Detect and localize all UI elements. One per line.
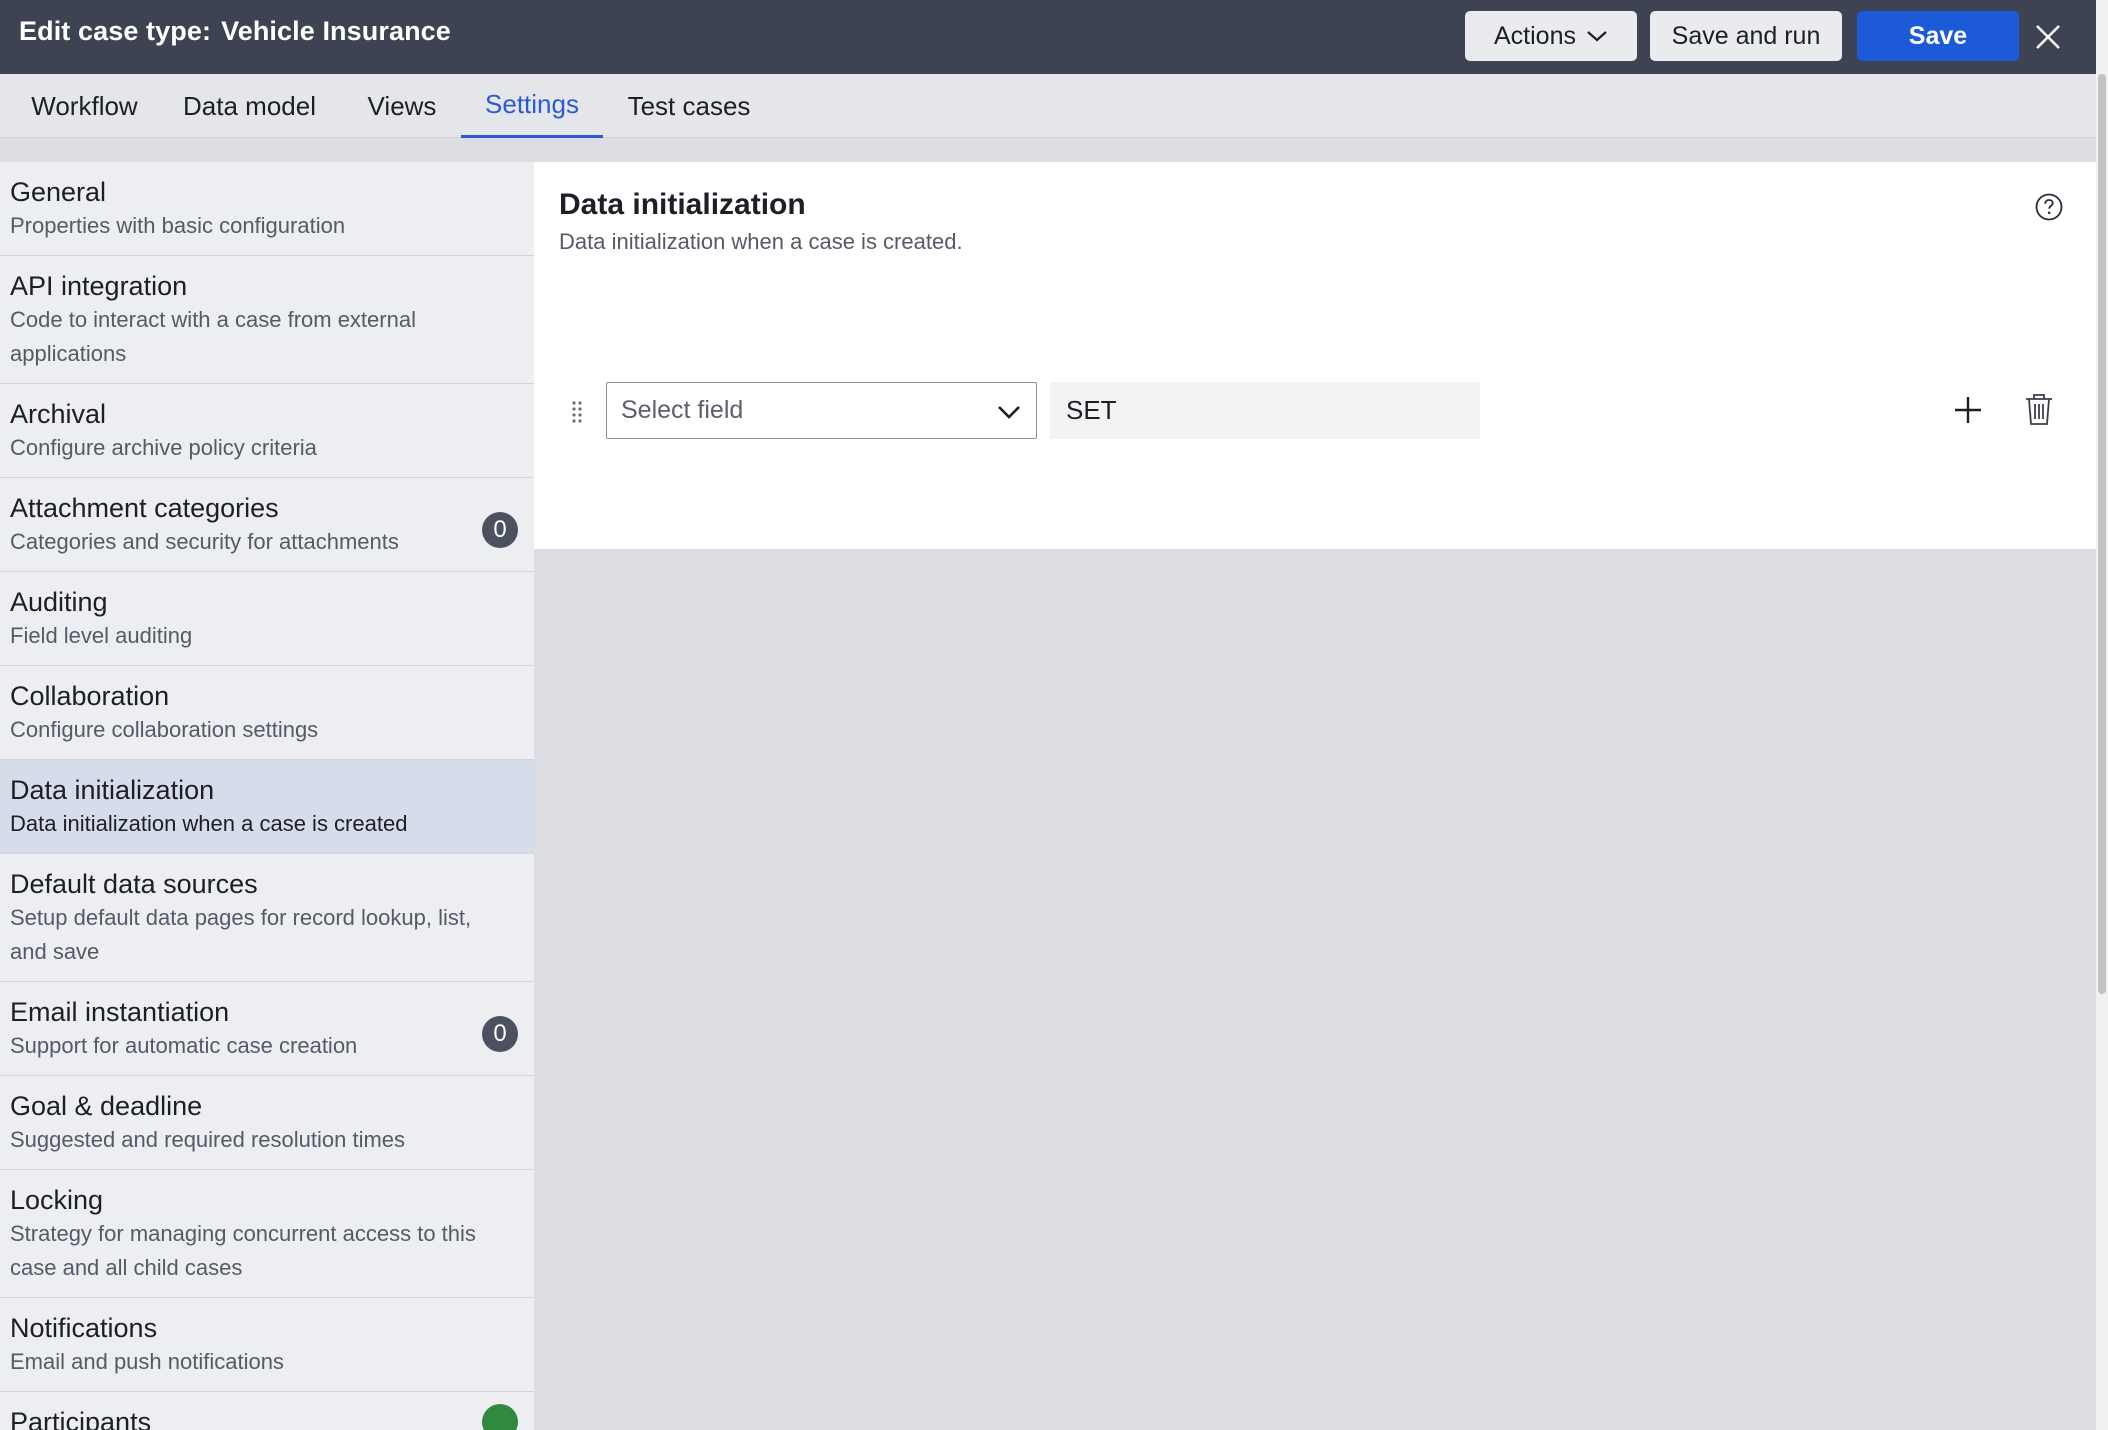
sidebar-item-desc: Suggested and required resolution times	[10, 1127, 406, 1152]
sidebar-item-desc: Properties with basic configuration	[10, 213, 346, 238]
sidebar-item-auditing[interactable]: Auditing Field level auditing	[0, 572, 534, 666]
save-and-run-button[interactable]: Save and run	[1650, 11, 1842, 61]
actions-button-label: Actions	[1494, 21, 1576, 50]
sidebar-item-goal-deadline[interactable]: Goal & deadline Suggested and required r…	[0, 1076, 534, 1170]
select-field-dropdown[interactable]: Select field	[606, 382, 1037, 439]
chevron-down-icon	[1587, 31, 1607, 42]
tab-bar: Workflow Data model Views Settings Test …	[0, 74, 2096, 138]
sidebar-item-title: Auditing	[10, 587, 108, 617]
sidebar-item-default-data-sources[interactable]: Default data sources Setup default data …	[0, 854, 534, 982]
sidebar-item-title: Goal & deadline	[10, 1091, 203, 1121]
count-badge: 0	[482, 1016, 518, 1052]
sidebar-item-notifications[interactable]: Notifications Email and push notificatio…	[0, 1298, 534, 1392]
panel-title: Data initialization	[559, 188, 806, 221]
sidebar-item-desc: Setup default data pages for record look…	[10, 905, 472, 964]
tab-workflow[interactable]: Workflow	[19, 74, 150, 138]
sidebar-item-desc: Field level auditing	[10, 623, 193, 648]
sidebar-item-desc: Data initialization when a case is creat…	[10, 811, 408, 836]
sidebar-item-desc: Email and push notifications	[10, 1349, 284, 1374]
page-title-prefix: Edit case type:	[19, 16, 212, 46]
panel-subtitle: Data initialization when a case is creat…	[559, 229, 963, 254]
scrollbar-thumb[interactable]	[2098, 74, 2106, 994]
sidebar-item-desc: Configure collaboration settings	[10, 717, 319, 742]
sidebar-item-archival[interactable]: Archival Configure archive policy criter…	[0, 384, 534, 478]
sidebar-item-title: Participants	[10, 1407, 152, 1430]
sidebar-item-desc: Configure archive policy criteria	[10, 435, 317, 460]
data-initialization-panel: Data initialization Data initialization …	[534, 162, 2096, 549]
tab-test-cases[interactable]: Test cases	[628, 74, 751, 138]
settings-sidebar: General Properties with basic configurat…	[0, 162, 534, 1430]
sidebar-item-title: Attachment categories	[10, 493, 279, 523]
page-scrollbar[interactable]	[2096, 0, 2108, 1430]
sidebar-item-title: Notifications	[10, 1313, 158, 1343]
sidebar-item-title: Archival	[10, 399, 107, 429]
trash-icon[interactable]	[2024, 392, 2054, 426]
sidebar-item-desc: Strategy for managing concurrent access …	[10, 1221, 476, 1280]
app-header: Edit case type: Vehicle Insurance Action…	[0, 0, 2096, 74]
case-type-name: Vehicle Insurance	[221, 16, 451, 46]
drag-handle-icon[interactable]	[570, 400, 584, 426]
sidebar-item-title: API integration	[10, 271, 188, 301]
sidebar-item-desc: Categories and security for attachments	[10, 529, 399, 554]
tab-settings[interactable]: Settings	[461, 74, 603, 138]
select-field-placeholder: Select field	[621, 396, 744, 424]
sidebar-item-email-instantiation[interactable]: Email instantiation Support for automati…	[0, 982, 534, 1076]
sidebar-item-title: General	[10, 177, 107, 207]
sidebar-item-attachment-categories[interactable]: Attachment categories Categories and sec…	[0, 478, 534, 572]
count-badge: 0	[482, 512, 518, 548]
help-icon[interactable]	[2034, 192, 2064, 222]
chevron-down-icon	[998, 406, 1020, 419]
tab-views[interactable]: Views	[367, 74, 437, 138]
sidebar-item-title: Collaboration	[10, 681, 170, 711]
sidebar-item-desc: Support for automatic case creation	[10, 1033, 358, 1058]
sidebar-item-data-initialization[interactable]: Data initialization Data initialization …	[0, 760, 534, 854]
close-icon[interactable]	[2031, 20, 2065, 54]
sidebar-item-participants[interactable]: Participants	[0, 1392, 534, 1430]
sidebar-item-locking[interactable]: Locking Strategy for managing concurrent…	[0, 1170, 534, 1298]
sidebar-item-title: Data initialization	[10, 775, 215, 805]
sidebar-item-title: Default data sources	[10, 869, 258, 899]
page-title: Edit case type: Vehicle Insurance	[19, 16, 451, 47]
sidebar-item-title: Email instantiation	[10, 997, 230, 1027]
sidebar-item-title: Locking	[10, 1185, 104, 1215]
actions-button[interactable]: Actions	[1465, 11, 1637, 61]
tab-data-model[interactable]: Data model	[181, 74, 318, 138]
sidebar-item-general[interactable]: General Properties with basic configurat…	[0, 162, 534, 256]
sidebar-item-api-integration[interactable]: API integration Code to interact with a …	[0, 256, 534, 384]
sidebar-item-desc: Code to interact with a case from extern…	[10, 307, 416, 366]
add-icon[interactable]	[1952, 394, 1984, 426]
set-value-field: SET	[1050, 382, 1480, 439]
sidebar-item-collaboration[interactable]: Collaboration Configure collaboration se…	[0, 666, 534, 760]
save-button[interactable]: Save	[1857, 11, 2019, 61]
